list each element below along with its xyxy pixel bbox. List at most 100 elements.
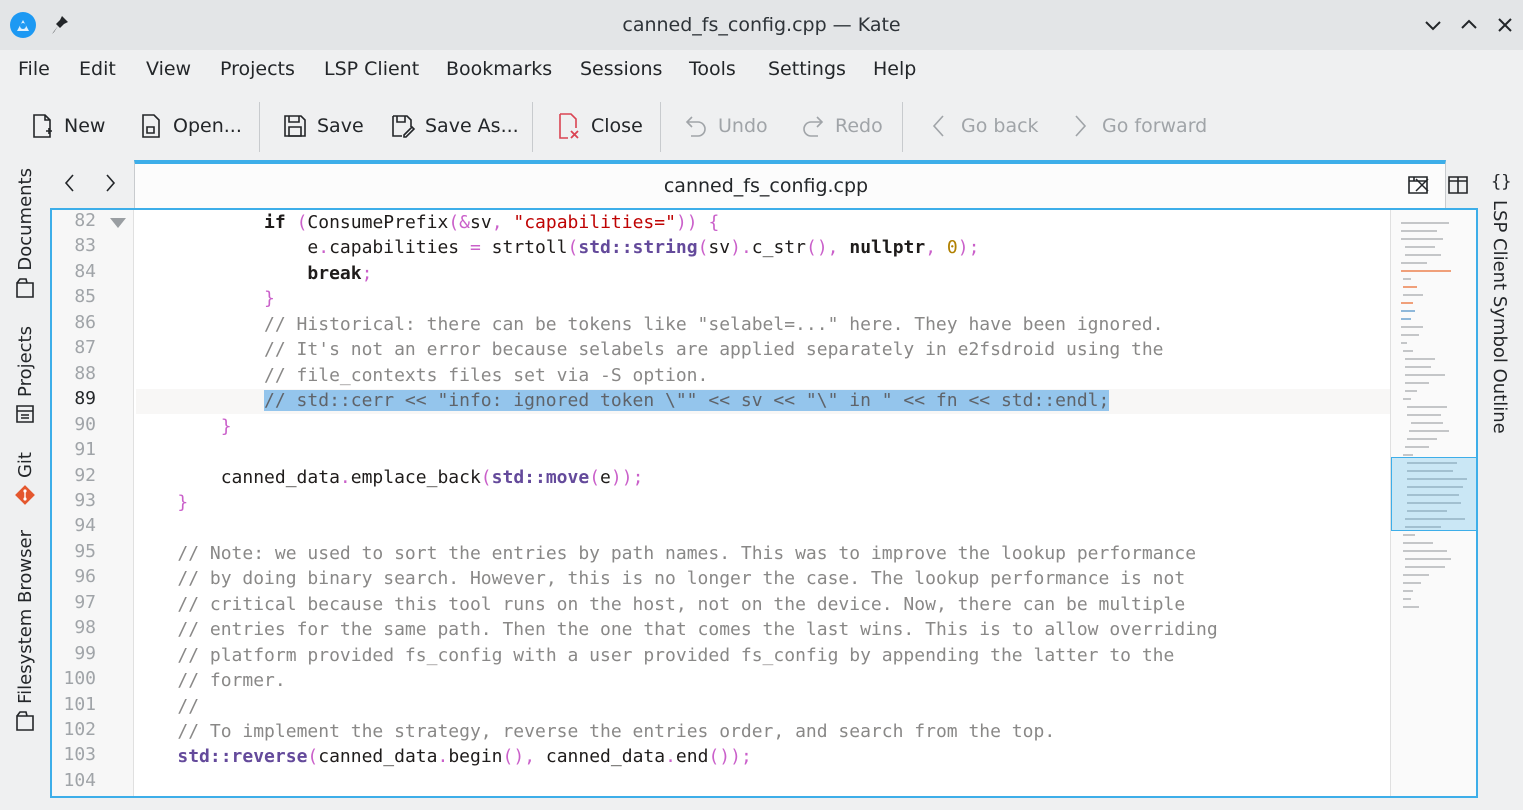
line-number[interactable]: 95 <box>52 541 96 562</box>
line-number[interactable]: 87 <box>52 337 96 358</box>
redo-button[interactable]: Redo <box>799 108 883 144</box>
save-button[interactable]: Save <box>281 108 364 144</box>
left-sidebar: Documents Projects Git Filesystem Browse… <box>0 160 50 810</box>
line-number[interactable]: 100 <box>52 668 96 689</box>
code-line[interactable]: // critical because this tool runs on th… <box>134 592 1185 617</box>
save-as-button[interactable]: Save As... <box>389 108 519 144</box>
line-number[interactable]: 104 <box>52 770 96 791</box>
menu-file[interactable]: File <box>18 58 50 80</box>
git-label: Git <box>14 452 36 479</box>
code-line[interactable]: canned_data.emplace_back(std::move(e)); <box>134 465 644 490</box>
line-number[interactable]: 88 <box>52 363 96 384</box>
code-line[interactable]: // To implement the strategy, reverse th… <box>134 719 1055 744</box>
new-tab-icon[interactable] <box>1406 172 1430 196</box>
minimap-line <box>1403 598 1411 600</box>
code-line[interactable]: } <box>134 490 188 515</box>
line-number[interactable]: 89 <box>52 388 96 409</box>
code-line[interactable]: // former. <box>134 668 285 693</box>
code-line[interactable]: // entries for the same path. Then the o… <box>134 617 1217 642</box>
save-label: Save <box>317 115 364 137</box>
menu-tools[interactable]: Tools <box>689 58 736 80</box>
sidebar-tab-documents[interactable]: Documents <box>0 168 50 299</box>
previous-tab-button[interactable] <box>58 170 82 196</box>
code-line[interactable]: // <box>134 694 199 719</box>
go-back-button[interactable]: Go back <box>925 108 1039 144</box>
line-number[interactable]: 83 <box>52 235 96 256</box>
code-line[interactable]: } <box>134 414 232 439</box>
code-line[interactable]: } <box>134 286 275 311</box>
line-number[interactable]: 99 <box>52 643 96 664</box>
sidebar-tab-filesystem-browser[interactable]: Filesystem Browser <box>0 530 50 732</box>
line-number[interactable]: 96 <box>52 566 96 587</box>
sidebar-tab-git[interactable]: Git <box>0 452 50 506</box>
minimap-line <box>1401 310 1415 312</box>
code-area[interactable]: if (ConsumePrefix(&sv, "capabilities="))… <box>134 210 1390 796</box>
line-number[interactable]: 94 <box>52 515 96 536</box>
go-forward-button[interactable]: Go forward <box>1066 108 1207 144</box>
menu-lsp-client[interactable]: LSP Client <box>324 58 419 80</box>
code-line[interactable]: // It's not an error because selabels ar… <box>134 337 1163 362</box>
minimap-line <box>1403 590 1413 592</box>
menu-help[interactable]: Help <box>873 58 916 80</box>
next-tab-button[interactable] <box>98 170 122 196</box>
line-number[interactable]: 85 <box>52 286 96 307</box>
line-number[interactable]: 102 <box>52 719 96 740</box>
filesystem-browser-label: Filesystem Browser <box>14 530 36 704</box>
tab-label: canned_fs_config.cpp <box>663 175 869 197</box>
minimap-line <box>1405 382 1429 384</box>
sidebar-tab-lsp-symbol-outline[interactable]: LSP Client Symbol Outline <box>1489 200 1510 434</box>
code-line[interactable]: // Note: we used to sort the entries by … <box>134 541 1196 566</box>
open-label: Open... <box>173 115 242 137</box>
tab-canned-fs-config[interactable]: canned_fs_config.cpp <box>134 160 1446 208</box>
code-editor[interactable]: 82 83 84 85 86 87 88 89 90 91 92 93 94 95 96 97 98 99 100 1… <box>50 208 1478 798</box>
code-line[interactable]: // platform provided fs_config with a us… <box>134 643 1174 668</box>
close-window-button[interactable] <box>1493 13 1517 37</box>
menu-view[interactable]: View <box>146 58 191 80</box>
kate-window: canned_fs_config.cpp — Kate File Edit Vi… <box>0 0 1523 810</box>
code-line[interactable]: e.capabilities = strtoll(std::string(sv)… <box>134 235 979 260</box>
maximize-button[interactable] <box>1457 13 1481 37</box>
save-as-label: Save As... <box>425 115 519 137</box>
code-line[interactable]: // std::cerr << "info: ignored token \""… <box>134 388 1110 413</box>
open-button[interactable]: Open... <box>137 108 242 144</box>
save-icon <box>281 112 309 140</box>
menu-bookmarks[interactable]: Bookmarks <box>446 58 552 80</box>
menu-edit[interactable]: Edit <box>79 58 116 80</box>
fold-marker-icon[interactable] <box>110 218 126 228</box>
line-number[interactable]: 86 <box>52 312 96 333</box>
line-number[interactable]: 90 <box>52 414 96 435</box>
minimap-line <box>1403 542 1433 544</box>
minimap[interactable] <box>1390 210 1476 796</box>
code-line[interactable]: if (ConsumePrefix(&sv, "capabilities="))… <box>134 210 719 235</box>
undo-button[interactable]: Undo <box>682 108 768 144</box>
line-number[interactable]: 84 <box>52 261 96 282</box>
menu-sessions[interactable]: Sessions <box>580 58 662 80</box>
minimap-line <box>1401 262 1427 264</box>
line-number[interactable]: 92 <box>52 465 96 486</box>
code-line[interactable]: // by doing binary search. However, this… <box>134 566 1185 591</box>
line-number[interactable]: 103 <box>52 744 96 765</box>
right-sidebar: {} LSP Client Symbol Outline <box>1480 160 1523 810</box>
menu-settings[interactable]: Settings <box>768 58 846 80</box>
line-number[interactable]: 91 <box>52 439 96 460</box>
code-line[interactable]: break; <box>134 261 372 286</box>
line-number[interactable]: 97 <box>52 592 96 613</box>
code-line[interactable]: std::reverse(canned_data.begin(), canned… <box>134 744 751 769</box>
undo-label: Undo <box>718 115 768 137</box>
close-button[interactable]: Close <box>555 108 643 144</box>
line-number[interactable]: 82 <box>52 210 96 231</box>
line-number-gutter[interactable]: 82 83 84 85 86 87 88 89 90 91 92 93 94 95 96 97 98 99 100 1… <box>52 210 134 796</box>
code-line[interactable]: // Historical: there can be tokens like … <box>134 312 1163 337</box>
line-number[interactable]: 98 <box>52 617 96 638</box>
new-label: New <box>64 115 106 137</box>
new-button[interactable]: New <box>28 108 105 144</box>
sidebar-tab-projects[interactable]: Projects <box>0 326 50 425</box>
line-number[interactable]: 101 <box>52 694 96 715</box>
minimap-viewport[interactable] <box>1391 457 1476 531</box>
minimap-line <box>1403 550 1447 552</box>
menu-projects[interactable]: Projects <box>220 58 295 80</box>
code-line[interactable]: // file_contexts files set via -S option… <box>134 363 708 388</box>
line-number[interactable]: 93 <box>52 490 96 511</box>
minimize-button[interactable] <box>1421 13 1445 37</box>
split-view-icon[interactable] <box>1446 172 1470 196</box>
